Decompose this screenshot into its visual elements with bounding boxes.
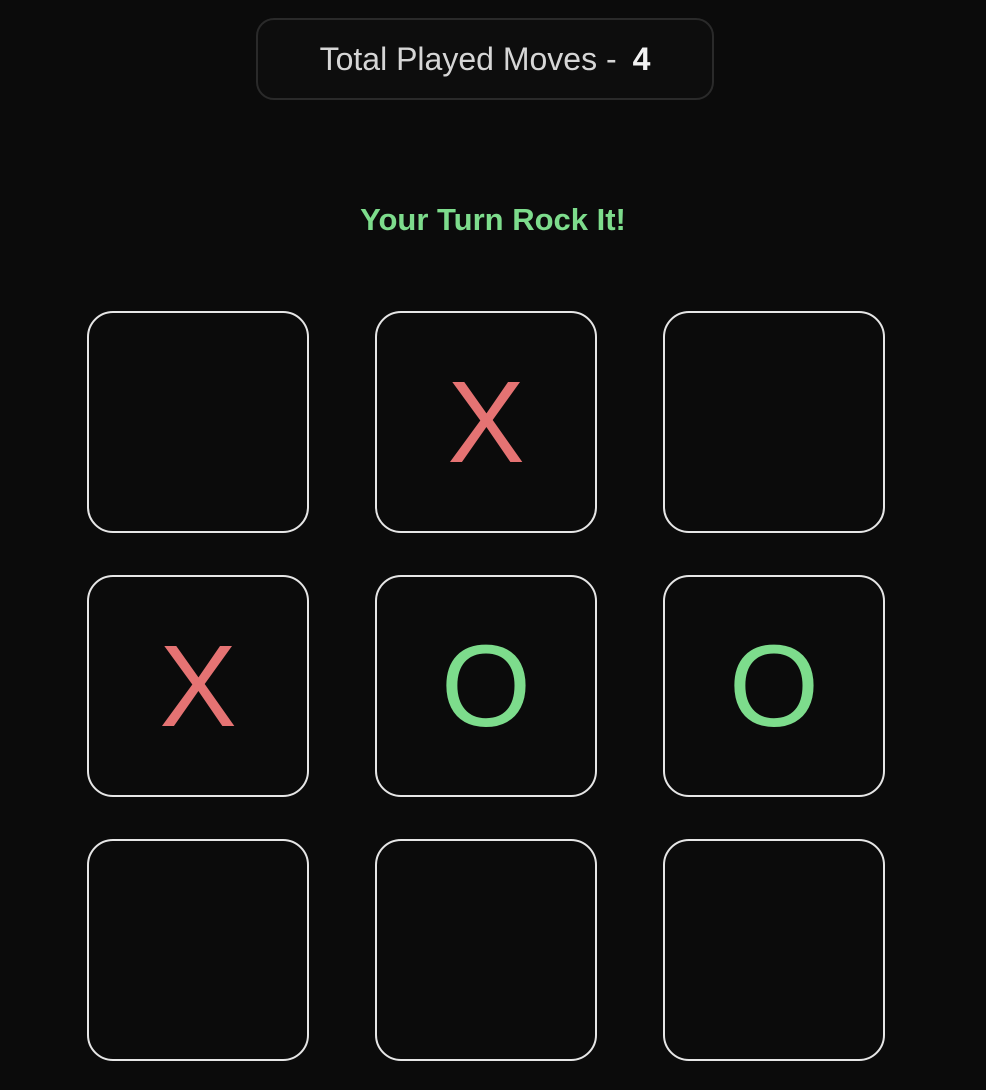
moves-count: 4 — [632, 40, 651, 77]
board-cell-9[interactable] — [663, 839, 885, 1061]
moves-counter: Total Played Moves - 4 — [256, 18, 714, 100]
board-cell-5[interactable]: O — [375, 575, 597, 797]
turn-message: Your Turn Rock It! — [360, 202, 626, 237]
game-page: Total Played Moves - 4 Your Turn Rock It… — [0, 0, 986, 1090]
board-cell-4[interactable]: X — [87, 575, 309, 797]
board-cell-1[interactable] — [87, 311, 309, 533]
moves-label: Total Played Moves - — [319, 40, 617, 77]
board-cell-3[interactable] — [663, 311, 885, 533]
board-cell-2[interactable]: X — [375, 311, 597, 533]
board-cell-8[interactable] — [375, 839, 597, 1061]
board-cell-6[interactable]: O — [663, 575, 885, 797]
game-board: X X O O — [87, 311, 885, 1061]
board-cell-7[interactable] — [87, 839, 309, 1061]
